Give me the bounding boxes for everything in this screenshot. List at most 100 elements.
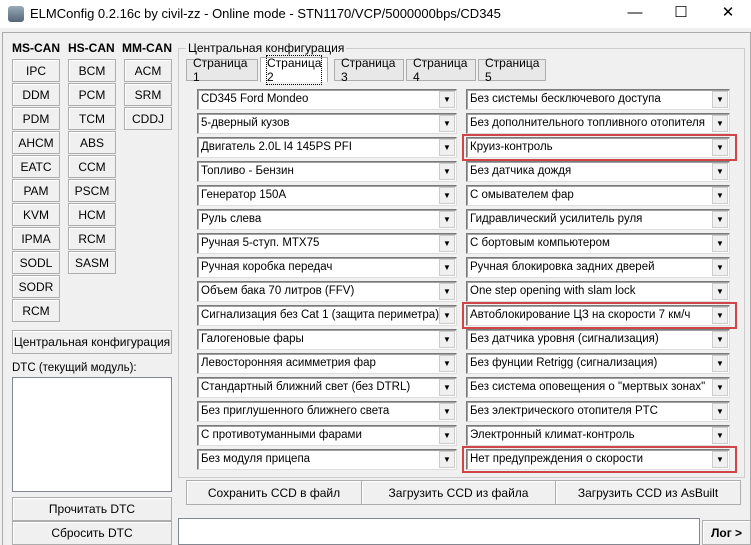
chevron-down-icon[interactable]: ▼ xyxy=(439,451,455,468)
right-option-select[interactable]: Электронный климат-контроль ▼ xyxy=(466,425,730,446)
module-button-pscm[interactable]: PSCM xyxy=(68,179,116,202)
central-config-button[interactable]: Центральная конфигурация xyxy=(12,330,172,354)
chevron-down-icon[interactable]: ▼ xyxy=(712,235,728,252)
chevron-down-icon[interactable]: ▼ xyxy=(439,331,455,348)
tab-page-3[interactable]: Страница 3 xyxy=(334,56,404,84)
chevron-down-icon[interactable]: ▼ xyxy=(439,379,455,396)
right-option-select[interactable]: Без электрического отопителя PTC ▼ xyxy=(466,401,730,422)
module-button-kvm[interactable]: KVM xyxy=(12,203,60,226)
chevron-down-icon[interactable]: ▼ xyxy=(712,115,728,132)
chevron-down-icon[interactable]: ▼ xyxy=(712,427,728,444)
save-ccd-button[interactable]: Сохранить CCD в файл xyxy=(186,480,362,505)
chevron-down-icon[interactable]: ▼ xyxy=(439,163,455,180)
chevron-down-icon[interactable]: ▼ xyxy=(439,355,455,372)
module-button-rcm[interactable]: RCM xyxy=(68,227,116,250)
chevron-down-icon[interactable]: ▼ xyxy=(439,91,455,108)
chevron-down-icon[interactable]: ▼ xyxy=(712,211,728,228)
module-button-sasm[interactable]: SASM xyxy=(68,251,116,274)
maximize-button[interactable]: ☐ xyxy=(658,0,704,28)
chevron-down-icon[interactable]: ▼ xyxy=(439,235,455,252)
module-button-acm[interactable]: ACM xyxy=(124,59,172,82)
minimize-button[interactable]: — xyxy=(612,0,658,28)
chevron-down-icon[interactable]: ▼ xyxy=(712,403,728,420)
right-option-select[interactable]: Гидравлический усилитель руля ▼ xyxy=(466,209,730,230)
left-option-select[interactable]: Левосторонняя асимметрия фар ▼ xyxy=(197,353,457,374)
module-button-pcm[interactable]: PCM xyxy=(68,83,116,106)
left-option-select[interactable]: Стандартный ближний свет (без DTRL) ▼ xyxy=(197,377,457,398)
chevron-down-icon[interactable]: ▼ xyxy=(712,259,728,276)
reset-dtc-button[interactable]: Сбросить DTC xyxy=(12,521,172,545)
left-option-select[interactable]: Ручная 5-ступ. MTX75 ▼ xyxy=(197,233,457,254)
left-option-select[interactable]: Двигатель 2.0L I4 145PS PFI ▼ xyxy=(197,137,457,158)
command-input[interactable] xyxy=(178,518,700,545)
chevron-down-icon[interactable]: ▼ xyxy=(439,115,455,132)
tab-page-2[interactable]: Страница 2 xyxy=(260,55,328,85)
module-button-srm[interactable]: SRM xyxy=(124,83,172,106)
load-ccd-file-button[interactable]: Загрузить CCD из файла xyxy=(361,480,556,505)
load-ccd-asbuilt-button[interactable]: Загрузить CCD из AsBuilt xyxy=(555,480,741,505)
chevron-down-icon[interactable]: ▼ xyxy=(712,355,728,372)
chevron-down-icon[interactable]: ▼ xyxy=(712,331,728,348)
chevron-down-icon[interactable]: ▼ xyxy=(439,139,455,156)
log-button[interactable]: Лог > xyxy=(702,520,751,545)
left-option-select[interactable]: Сигнализация без Cat 1 (защита периметра… xyxy=(197,305,457,326)
left-option-select[interactable]: Галогеновые фары ▼ xyxy=(197,329,457,350)
module-button-hcm[interactable]: HCM xyxy=(68,203,116,226)
chevron-down-icon[interactable]: ▼ xyxy=(439,403,455,420)
read-dtc-button[interactable]: Прочитать DTC xyxy=(12,497,172,521)
tab-page-4[interactable]: Страница 4 xyxy=(406,56,476,84)
chevron-down-icon[interactable]: ▼ xyxy=(439,211,455,228)
left-option-select[interactable]: 5-дверный кузов ▼ xyxy=(197,113,457,134)
right-option-select[interactable]: Ручная блокировка задних дверей ▼ xyxy=(466,257,730,278)
tab-page-1[interactable]: Страница 1 xyxy=(186,56,258,84)
module-button-ipc[interactable]: IPC xyxy=(12,59,60,82)
chevron-down-icon[interactable]: ▼ xyxy=(439,187,455,204)
right-option-select[interactable]: Без датчика дождя ▼ xyxy=(466,161,730,182)
module-button-sodl[interactable]: SODL xyxy=(12,251,60,274)
right-option-select[interactable]: Без система оповещения о "мертвых зонах"… xyxy=(466,377,730,398)
chevron-down-icon[interactable]: ▼ xyxy=(439,427,455,444)
left-option-select[interactable]: Руль слева ▼ xyxy=(197,209,457,230)
chevron-down-icon[interactable]: ▼ xyxy=(712,283,728,300)
left-option-select[interactable]: Без модуля прицепа ▼ xyxy=(197,449,457,470)
chevron-down-icon[interactable]: ▼ xyxy=(439,259,455,276)
module-button-sodr[interactable]: SODR xyxy=(12,275,60,298)
chevron-down-icon[interactable]: ▼ xyxy=(712,91,728,108)
module-button-pam[interactable]: PAM xyxy=(12,179,60,202)
chevron-down-icon[interactable]: ▼ xyxy=(712,379,728,396)
module-button-ccm[interactable]: CCM xyxy=(68,155,116,178)
chevron-down-icon[interactable]: ▼ xyxy=(439,283,455,300)
tab-page-5[interactable]: Страница 5 xyxy=(478,56,546,84)
right-option-select[interactable]: С бортовым компьютером ▼ xyxy=(466,233,730,254)
left-option-select[interactable]: CD345 Ford Mondeo ▼ xyxy=(197,89,457,110)
right-option-select[interactable]: Без дополнительного топливного отопителя… xyxy=(466,113,730,134)
right-option-select[interactable]: One step opening with slam lock ▼ xyxy=(466,281,730,302)
right-option-select[interactable]: Без системы бесключевого доступа ▼ xyxy=(466,89,730,110)
module-button-abs[interactable]: ABS xyxy=(68,131,116,154)
chevron-down-icon[interactable]: ▼ xyxy=(439,307,455,324)
module-button-tcm[interactable]: TCM xyxy=(68,107,116,130)
module-button-cddj[interactable]: CDDJ xyxy=(124,107,172,130)
module-button-pdm[interactable]: PDM xyxy=(12,107,60,130)
module-button-ddm[interactable]: DDM xyxy=(12,83,60,106)
left-option-select[interactable]: Ручная коробка передач ▼ xyxy=(197,257,457,278)
dtc-textarea[interactable] xyxy=(12,377,172,492)
module-button-rcm[interactable]: RCM xyxy=(12,299,60,322)
selected-value: Руль слева xyxy=(201,213,262,225)
left-option-select[interactable]: Объем бака 70 литров (FFV) ▼ xyxy=(197,281,457,302)
left-option-select[interactable]: Генератор 150А ▼ xyxy=(197,185,457,206)
module-button-ahcm[interactable]: AHCM xyxy=(12,131,60,154)
right-option-select[interactable]: Без датчика уровня (сигнализация) ▼ xyxy=(466,329,730,350)
left-option-select[interactable]: С противотуманными фарами ▼ xyxy=(197,425,457,446)
left-option-select[interactable]: Без приглушенного ближнего света ▼ xyxy=(197,401,457,422)
module-button-ipma[interactable]: IPMA xyxy=(12,227,60,250)
close-button[interactable]: ✕ xyxy=(705,0,751,28)
right-option-select[interactable]: Без фунции Retrigg (сигнализация) ▼ xyxy=(466,353,730,374)
module-button-bcm[interactable]: BCM xyxy=(68,59,116,82)
left-option-select[interactable]: Топливо - Бензин ▼ xyxy=(197,161,457,182)
chevron-down-icon[interactable]: ▼ xyxy=(712,163,728,180)
module-button-eatc[interactable]: EATC xyxy=(12,155,60,178)
selected-value: Топливо - Бензин xyxy=(201,165,294,177)
right-option-select[interactable]: С омывателем фар ▼ xyxy=(466,185,730,206)
chevron-down-icon[interactable]: ▼ xyxy=(712,187,728,204)
